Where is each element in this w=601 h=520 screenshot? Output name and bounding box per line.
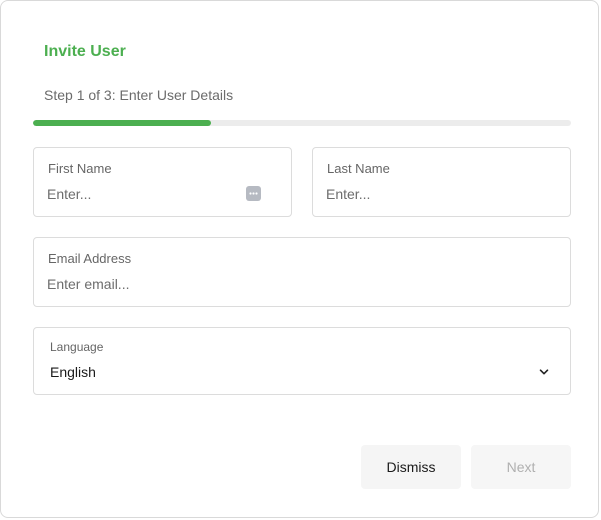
last-name-field[interactable]: Last Name bbox=[312, 147, 571, 217]
email-label: Email Address bbox=[48, 251, 132, 266]
dialog-title: Invite User bbox=[44, 43, 126, 60]
language-selected-value: English bbox=[50, 364, 96, 380]
step-indicator: Step 1 of 3: Enter User Details bbox=[44, 87, 234, 103]
language-label: Language bbox=[50, 340, 104, 354]
email-field[interactable]: Email Address bbox=[33, 237, 571, 307]
progress-bar-fill bbox=[33, 120, 211, 126]
language-select[interactable]: Language English bbox=[33, 327, 571, 395]
next-button[interactable]: Next bbox=[471, 445, 571, 489]
last-name-input[interactable] bbox=[326, 184, 533, 204]
progress-bar bbox=[33, 120, 571, 126]
chevron-down-icon[interactable] bbox=[538, 365, 550, 377]
ellipsis-icon[interactable] bbox=[246, 186, 261, 201]
email-input[interactable] bbox=[47, 274, 533, 294]
dismiss-button[interactable]: Dismiss bbox=[361, 445, 461, 489]
last-name-label: Last Name bbox=[327, 161, 390, 176]
first-name-label: First Name bbox=[48, 161, 112, 176]
first-name-input[interactable] bbox=[47, 184, 254, 204]
invite-user-dialog: Invite User Step 1 of 3: Enter User Deta… bbox=[0, 0, 599, 518]
first-name-field[interactable]: First Name bbox=[33, 147, 292, 217]
